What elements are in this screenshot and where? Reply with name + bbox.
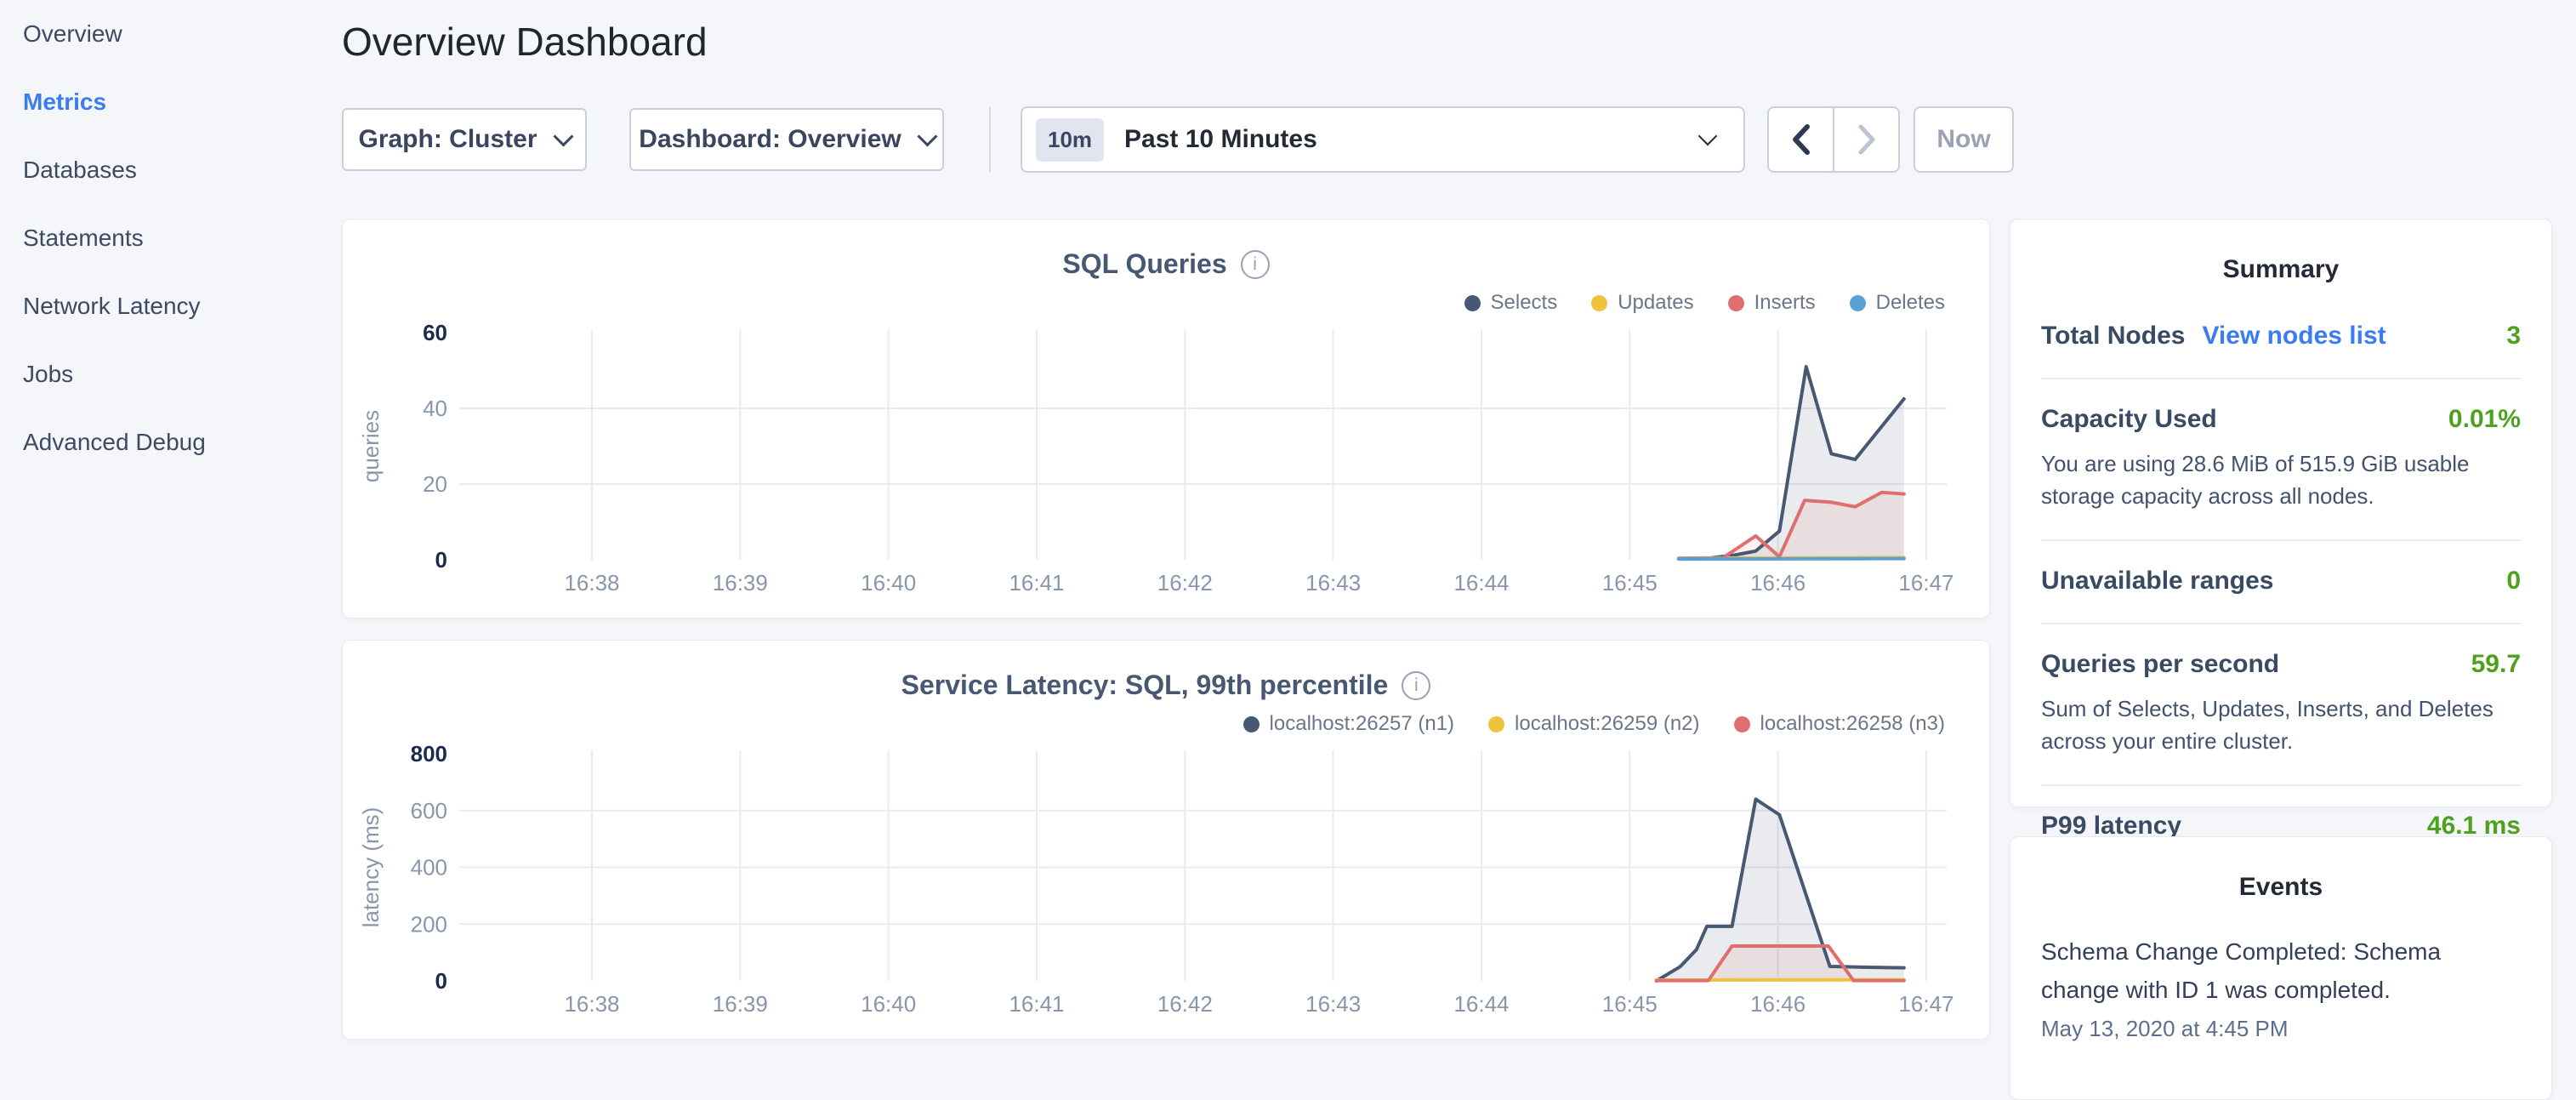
- svg-text:800: 800: [411, 741, 447, 767]
- svg-text:600: 600: [411, 798, 447, 824]
- svg-text:16:43: 16:43: [1305, 991, 1361, 1017]
- prev-interval-button[interactable]: [1769, 108, 1833, 171]
- sidebar-item-overview[interactable]: Overview: [0, 0, 342, 68]
- chevron-down-icon: [917, 126, 937, 146]
- svg-text:16:42: 16:42: [1157, 991, 1213, 1017]
- svg-text:16:44: 16:44: [1453, 570, 1509, 596]
- now-button[interactable]: Now: [1914, 106, 2014, 173]
- sql-queries-chart-card: SQL Queries i SelectsUpdatesInsertsDelet…: [342, 219, 1990, 618]
- svg-text:16:44: 16:44: [1453, 991, 1509, 1017]
- svg-text:16:41: 16:41: [1009, 570, 1064, 596]
- event-item-timestamp: May 13, 2020 at 4:45 PM: [2010, 1016, 2551, 1042]
- time-range-badge: 10m: [1036, 118, 1104, 162]
- capacity-used-value: 0.01%: [2448, 405, 2521, 434]
- controls-divider: [989, 106, 991, 173]
- chevron-right-icon: [1856, 123, 1878, 157]
- svg-text:16:46: 16:46: [1750, 991, 1805, 1017]
- svg-text:16:43: 16:43: [1305, 570, 1361, 596]
- queries-per-second-value: 59.7: [2471, 650, 2521, 679]
- events-title: Events: [2010, 837, 2551, 902]
- service-latency-chart[interactable]: 16:38 16:39 16:40 16:41 16:42 16:43 16:44 16:45…: [343, 641, 1991, 1040]
- total-nodes-value: 3: [2506, 322, 2521, 351]
- sql-queries-chart[interactable]: 16:38 16:39 16:40 16:41 16:42 16:43 16:44 16:45…: [343, 219, 1991, 619]
- graph-dropdown[interactable]: Graph: Cluster: [342, 108, 587, 171]
- svg-text:16:45: 16:45: [1602, 991, 1658, 1017]
- svg-text:20: 20: [423, 471, 447, 497]
- svg-text:16:40: 16:40: [861, 570, 916, 596]
- capacity-used-label: Capacity Used: [2041, 405, 2217, 434]
- dashboard-dropdown-label: Dashboard: Overview: [639, 125, 901, 154]
- svg-text:40: 40: [423, 396, 447, 421]
- queries-per-second-note: Sum of Selects, Updates, Inserts, and De…: [2041, 692, 2521, 757]
- service-latency-chart-card: Service Latency: SQL, 99th percentile i …: [342, 640, 1990, 1040]
- chevron-left-icon: [1790, 123, 1812, 157]
- summary-row-capacity: Capacity Used 0.01% You are using 28.6 M…: [2041, 379, 2521, 541]
- sidebar-item-metrics[interactable]: Metrics: [0, 68, 342, 136]
- svg-text:16:47: 16:47: [1898, 570, 1953, 596]
- svg-text:16:42: 16:42: [1157, 570, 1213, 596]
- view-nodes-list-link[interactable]: View nodes list: [2202, 322, 2386, 351]
- sidebar-item-network-latency[interactable]: Network Latency: [0, 272, 342, 340]
- page-title: Overview Dashboard: [342, 19, 708, 65]
- svg-text:latency (ms): latency (ms): [358, 807, 384, 928]
- svg-text:16:39: 16:39: [713, 570, 768, 596]
- unavailable-ranges-label: Unavailable ranges: [2041, 567, 2273, 596]
- graph-dropdown-label: Graph: Cluster: [358, 125, 537, 154]
- total-nodes-label: Total Nodes: [2041, 322, 2185, 351]
- queries-per-second-label: Queries per second: [2041, 650, 2279, 679]
- sidebar-item-jobs[interactable]: Jobs: [0, 340, 342, 408]
- time-range-dropdown[interactable]: 10m Past 10 Minutes: [1021, 106, 1745, 173]
- svg-text:16:39: 16:39: [713, 991, 768, 1017]
- svg-text:16:46: 16:46: [1750, 570, 1805, 596]
- svg-text:60: 60: [423, 320, 447, 345]
- summary-row-qps: Queries per second 59.7 Sum of Selects, …: [2041, 624, 2521, 786]
- next-interval-button[interactable]: [1833, 108, 1898, 171]
- summary-title: Summary: [2010, 219, 2551, 284]
- svg-text:queries: queries: [358, 410, 384, 482]
- svg-text:0: 0: [435, 968, 447, 994]
- svg-text:0: 0: [435, 547, 447, 573]
- svg-text:16:45: 16:45: [1602, 570, 1658, 596]
- chevron-down-icon: [1698, 127, 1718, 146]
- svg-text:16:38: 16:38: [564, 991, 619, 1017]
- event-item-text[interactable]: Schema Change Completed: Schema change w…: [2010, 932, 2551, 1009]
- sidebar-item-statements[interactable]: Statements: [0, 204, 342, 272]
- time-pager: [1767, 106, 1900, 173]
- chevron-down-icon: [553, 126, 573, 146]
- summary-panel: Summary Total Nodes View nodes list 3 Ca…: [2010, 219, 2552, 807]
- svg-text:400: 400: [411, 855, 447, 881]
- svg-text:16:38: 16:38: [564, 570, 619, 596]
- events-panel: Events Schema Change Completed: Schema c…: [2010, 836, 2552, 1100]
- summary-row-unavailable-ranges: Unavailable ranges 0: [2041, 541, 2521, 624]
- unavailable-ranges-value: 0: [2506, 567, 2521, 596]
- svg-text:200: 200: [411, 911, 447, 937]
- svg-text:16:40: 16:40: [861, 991, 916, 1017]
- summary-row-total-nodes: Total Nodes View nodes list 3: [2041, 284, 2521, 379]
- sidebar: Overview Metrics Databases Statements Ne…: [0, 0, 342, 1052]
- dashboard-dropdown[interactable]: Dashboard: Overview: [629, 108, 944, 171]
- capacity-used-note: You are using 28.6 MiB of 515.9 GiB usab…: [2041, 447, 2521, 512]
- sidebar-item-databases[interactable]: Databases: [0, 136, 342, 204]
- svg-text:16:47: 16:47: [1898, 991, 1953, 1017]
- svg-text:16:41: 16:41: [1009, 991, 1064, 1017]
- sidebar-item-advanced-debug[interactable]: Advanced Debug: [0, 408, 342, 476]
- time-range-label: Past 10 Minutes: [1124, 125, 1701, 154]
